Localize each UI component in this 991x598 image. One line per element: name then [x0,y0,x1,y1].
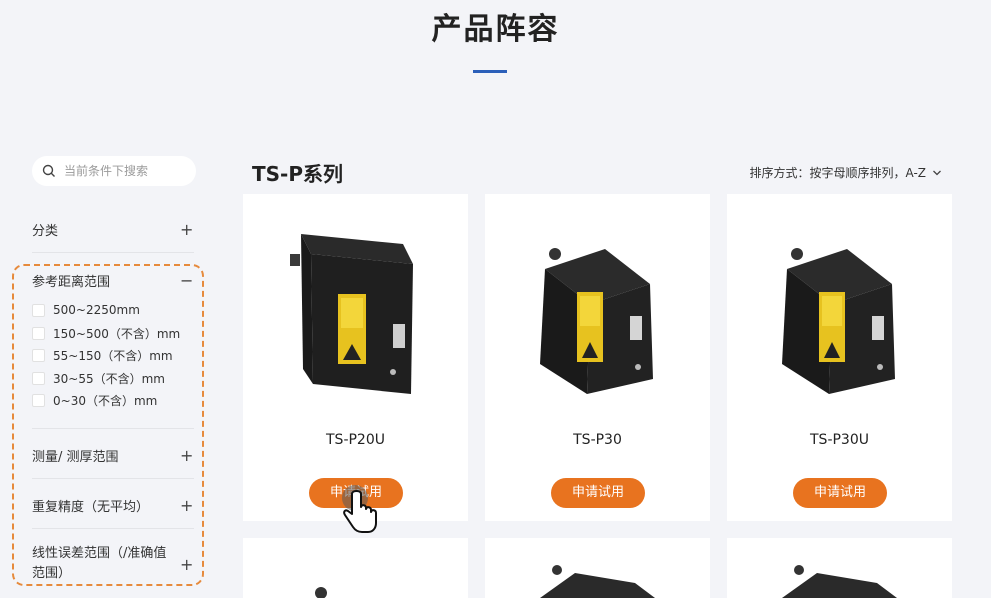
option-150-500[interactable]: 150~500（不含）mm [32,325,180,342]
product-name: TS-P30U [810,432,869,448]
product-card[interactable]: TS-P30 申请试用 [485,194,710,521]
divider [32,428,194,429]
product-image [315,587,327,598]
hand-cursor-icon [342,485,377,533]
checkbox[interactable] [32,303,45,317]
product-image [782,565,897,598]
option-label: 0~30（不含）mm [53,394,158,408]
checkbox[interactable] [32,349,45,362]
product-name: TS-P20U [326,432,385,448]
option-500-2250[interactable]: 500~2250mm [32,303,140,317]
option-label: 150~500（不含）mm [53,327,181,341]
apply-trial-button[interactable]: 申请试用 [551,478,645,508]
filter-label: 测量/ 测厚范围 [32,450,119,465]
divider [32,252,194,253]
product-image [782,248,895,394]
expand-icon[interactable]: + [180,496,193,515]
page-title: 产品阵容 [431,12,560,47]
product-image [540,248,653,394]
search-input[interactable] [62,163,186,179]
option-55-150[interactable]: 55~150（不含）mm [32,347,173,364]
product-card[interactable]: TS-P20U 申请试用 [243,194,468,521]
product-card[interactable] [243,538,468,598]
product-image [290,234,413,394]
divider [32,478,194,479]
apply-trial-button[interactable]: 申请试用 [793,478,887,508]
option-0-30[interactable]: 0~30（不含）mm [32,392,157,409]
search-box[interactable] [32,156,196,186]
checkbox[interactable] [32,327,45,340]
expand-icon[interactable]: + [180,220,193,239]
search-icon [42,164,55,177]
expand-icon[interactable]: + [180,555,193,574]
filter-repeatability[interactable]: 重复精度（无平均） + [32,496,193,515]
product-card[interactable] [485,538,710,598]
collapse-icon[interactable]: − [180,271,193,290]
filter-label: 参考距离范围 [32,275,111,290]
option-label: 55~150（不含）mm [53,349,173,363]
expand-icon[interactable]: + [180,446,193,465]
option-label: 500~2250mm [53,303,140,317]
filter-label: 分类 [32,224,59,239]
chevron-down-icon [933,170,941,175]
filter-measuring-range[interactable]: 测量/ 测厚范围 + [32,446,193,465]
product-card[interactable] [727,538,952,598]
product-card[interactable]: TS-P30U 申请试用 [727,194,952,521]
option-30-55[interactable]: 30~55（不含）mm [32,370,165,387]
product-name: TS-P30 [573,432,622,448]
series-title: TS-P系列 [252,162,344,186]
filter-label: 重复精度（无平均） [32,500,150,515]
checkbox[interactable] [32,372,45,385]
filter-linearity[interactable]: 线性误差范围（/准确值范围） + [32,544,193,584]
divider [32,528,194,529]
product-image [540,565,655,598]
filter-label: 线性误差范围（/准确值范围） [32,546,167,581]
filter-category[interactable]: 分类 + [32,220,193,239]
sort-dropdown[interactable]: 排序方式：按字母顺序排列，A-Z [750,164,943,181]
checkbox[interactable] [32,394,45,407]
title-underline [473,70,507,73]
option-label: 30~55（不含）mm [53,372,165,386]
filter-reference-distance[interactable]: 参考距离范围 − [32,271,193,290]
sort-label: 排序方式：按字母顺序排列，A-Z [749,166,927,180]
